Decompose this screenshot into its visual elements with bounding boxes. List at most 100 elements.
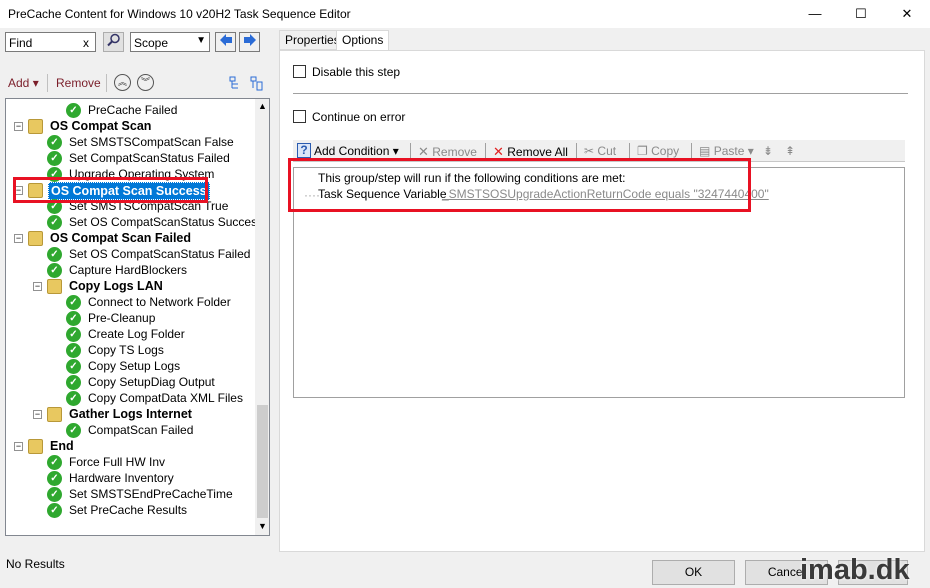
tree-step[interactable]: ✓ Hardware Inventory xyxy=(47,470,258,486)
check-icon: ✓ xyxy=(47,455,62,470)
continue-on-error-checkbox[interactable] xyxy=(293,110,306,123)
move-down-icon[interactable]: ︾ xyxy=(137,74,154,91)
folder-icon xyxy=(47,279,62,294)
copy-button[interactable]: ❐ Copy xyxy=(637,144,679,158)
check-icon: ✓ xyxy=(66,311,81,326)
tree-step[interactable]: ✓ Pre-Cleanup xyxy=(66,310,258,326)
check-icon: ✓ xyxy=(66,295,81,310)
collapse-all-icon[interactable]: ⇞ xyxy=(785,144,795,158)
tree-item-label: Set OS CompatScanStatus Success xyxy=(69,215,264,229)
tree-step[interactable]: ✓ Create Log Folder xyxy=(66,326,258,342)
find-previous-button[interactable] xyxy=(215,32,236,52)
magnifier-icon[interactable] xyxy=(103,32,124,52)
minimize-button[interactable]: — xyxy=(792,0,838,28)
collapse-all-glyph xyxy=(250,76,263,91)
folder-icon xyxy=(47,407,62,422)
cut-button[interactable]: ✂ Cut xyxy=(584,144,616,158)
continue-on-error-label: Continue on error xyxy=(312,110,406,124)
tree-item-label: CompatScan Failed xyxy=(88,423,194,437)
tree-step[interactable]: ✓ Copy TS Logs xyxy=(66,342,258,358)
close-icon: ✕ xyxy=(418,144,429,159)
remove-button[interactable]: Remove xyxy=(56,76,101,90)
chevron-down-icon[interactable]: ▼ xyxy=(258,521,267,531)
tree-item-label: Set OS CompatScanStatus Failed xyxy=(69,247,251,261)
add-menu-button[interactable]: Add ▾ xyxy=(8,76,39,90)
tree-group[interactable]: − Copy Logs LAN xyxy=(33,278,258,294)
add-condition-button[interactable]: Add Condition ▾ xyxy=(314,144,399,158)
tree-group[interactable]: − OS Compat Scan xyxy=(14,118,258,134)
paste-icon: ▤ xyxy=(699,144,711,158)
tree-step[interactable]: ✓ Capture HardBlockers xyxy=(47,262,258,278)
remove-all-label: Remove All xyxy=(507,145,568,159)
tree-step[interactable]: ✓ Force Full HW Inv xyxy=(47,454,258,470)
find-input[interactable]: Find x xyxy=(5,32,96,52)
help-icon: ? xyxy=(297,143,311,158)
tree-group[interactable]: − OS Compat Scan Failed xyxy=(14,230,258,246)
tree-scrollbar-thumb[interactable] xyxy=(257,405,268,518)
ok-button[interactable]: OK xyxy=(652,560,735,585)
tree-step[interactable]: ✓ Set OS CompatScanStatus Success xyxy=(47,214,263,230)
check-icon: ✓ xyxy=(66,359,81,374)
tree-step[interactable]: ✓ Set PreCache Results xyxy=(47,502,258,518)
expand-all-glyph xyxy=(229,76,238,89)
expander-icon[interactable]: − xyxy=(33,410,42,419)
tree-item-label: OS Compat Scan Failed xyxy=(50,231,192,245)
tree-step[interactable]: ✓ Set OS CompatScanStatus Failed xyxy=(47,246,258,262)
tree-step[interactable]: ✓ Set SMSTSEndPreCacheTime xyxy=(47,486,258,502)
expander-icon[interactable]: − xyxy=(14,122,23,131)
toolbar-divider xyxy=(691,143,692,159)
maximize-button[interactable]: ☐ xyxy=(838,0,884,28)
check-icon: ✓ xyxy=(47,487,62,502)
scope-select[interactable]: Scope ▼ xyxy=(130,32,210,52)
toolbar-divider xyxy=(629,143,630,159)
check-icon: ✓ xyxy=(47,135,62,150)
tree-item-label: Copy SetupDiag Output xyxy=(88,375,215,389)
tree-group[interactable]: − Gather Logs Internet xyxy=(33,406,258,422)
expand-all-icon[interactable] xyxy=(229,75,243,94)
expander-icon[interactable]: − xyxy=(14,442,23,451)
expand-all-icon[interactable]: ⇟ xyxy=(763,144,773,158)
tree-step[interactable]: ✓ CompatScan Failed xyxy=(66,422,258,438)
toolbar-divider xyxy=(106,74,107,92)
tree-step[interactable]: ✓ Copy CompatData XML Files xyxy=(66,390,258,406)
close-button[interactable]: ✕ xyxy=(884,0,930,28)
tree-item-label: PreCache Failed xyxy=(88,103,178,117)
clear-search-icon[interactable]: x xyxy=(83,36,89,50)
options-divider xyxy=(293,93,908,94)
check-icon: ✓ xyxy=(47,503,62,518)
tab-options[interactable]: Options xyxy=(336,30,390,51)
disable-step-checkbox[interactable] xyxy=(293,65,306,78)
copy-label: Copy xyxy=(651,144,680,158)
tree-group[interactable]: − End xyxy=(14,438,258,454)
chevron-up-icon[interactable]: ▲ xyxy=(258,101,267,111)
window-title: PreCache Content for Windows 10 v20H2 Ta… xyxy=(8,7,351,21)
check-icon: ✓ xyxy=(66,391,81,406)
folder-icon xyxy=(28,231,43,246)
task-sequence-tree[interactable]: ✓ PreCache Failed − OS Compat Scan ✓ Set SMST… xyxy=(5,98,270,536)
paste-button[interactable]: ▤ Paste ▾ xyxy=(699,144,754,158)
tree-item-label: Set SMSTSEndPreCacheTime xyxy=(69,487,233,501)
tree-item-label: Copy CompatData XML Files xyxy=(88,391,243,405)
remove-condition-label: Remove xyxy=(432,145,477,159)
expander-icon[interactable]: − xyxy=(33,282,42,291)
tree-item-label: Create Log Folder xyxy=(88,327,185,341)
tree-item-label: Hardware Inventory xyxy=(69,471,174,485)
tree-item-label: OS Compat Scan xyxy=(50,119,152,133)
move-up-icon[interactable]: ︽ xyxy=(114,74,131,91)
tree-step[interactable]: ✓ Set CompatScanStatus Failed xyxy=(47,150,258,166)
collapse-all-icon[interactable] xyxy=(250,75,264,94)
find-next-button[interactable] xyxy=(239,32,260,52)
status-text: No Results xyxy=(6,557,65,571)
tree-step[interactable]: ✓ Connect to Network Folder xyxy=(66,294,258,310)
check-icon: ✓ xyxy=(47,247,62,262)
expander-icon[interactable]: − xyxy=(14,234,23,243)
tree-step[interactable]: ✓ PreCache Failed xyxy=(66,102,258,118)
disable-step-label: Disable this step xyxy=(312,65,401,79)
tree-step[interactable]: ✓ Copy SetupDiag Output xyxy=(66,374,258,390)
tree-step[interactable]: ✓ Copy Setup Logs xyxy=(66,358,258,374)
tree-step[interactable]: ✓ Set SMSTSCompatScan False xyxy=(47,134,258,150)
scope-select-value: Scope xyxy=(134,36,169,50)
copy-icon: ❐ xyxy=(637,144,648,158)
toolbar-divider xyxy=(576,143,577,159)
check-icon: ✓ xyxy=(47,215,62,230)
